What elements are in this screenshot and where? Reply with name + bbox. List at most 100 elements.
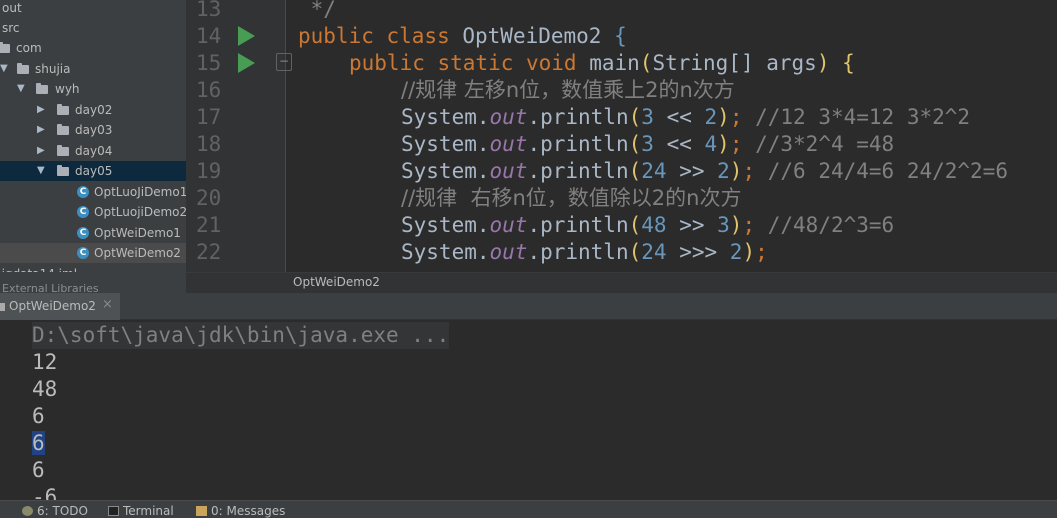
- paren: ): [816, 51, 830, 75]
- breadcrumb-class[interactable]: OptWeiDemo2: [293, 275, 380, 289]
- comment: //规律 左移n位，数值乘上2的n次方: [401, 78, 735, 102]
- code-line-16: //规律 左移n位，数值乘上2的n次方: [401, 77, 735, 104]
- tree-item-wyh[interactable]: ▼ wyh: [0, 79, 186, 99]
- number: 3: [717, 213, 730, 237]
- tree-item-day03[interactable]: ▶ day03: [0, 120, 186, 140]
- tree-item-optweidemo1[interactable]: C OptWeiDemo1: [0, 223, 186, 243]
- run-console[interactable]: D:\soft\java\jdk\bin\java.exe ... 12 48 …: [0, 320, 1057, 500]
- run-toolwindow-header: OptWeiDemo2 ×: [0, 293, 1057, 320]
- tree-item-shujia[interactable]: ▼ shujia: [0, 59, 186, 79]
- tree-item-label: com: [16, 41, 42, 55]
- tree-item-label: OptWeiDemo1: [94, 226, 181, 240]
- tree-item-day04[interactable]: ▶ day04: [0, 141, 186, 161]
- tree-item-src[interactable]: src: [0, 18, 186, 38]
- console-output-line: 12: [32, 350, 58, 374]
- paren: ): [729, 159, 743, 183]
- line-number: 16: [196, 78, 222, 102]
- messages-icon: [196, 506, 207, 516]
- code-token: .println: [527, 159, 629, 183]
- java-class-icon: C: [77, 206, 89, 218]
- semicolon: ;: [742, 213, 768, 237]
- tree-item-label: day03: [75, 123, 113, 137]
- semicolon: ;: [729, 105, 756, 129]
- tree-item-label: out: [2, 1, 22, 15]
- tree-item-label: src: [2, 21, 20, 35]
- run-tab[interactable]: OptWeiDemo2 ×: [0, 293, 120, 320]
- class-name: OptWeiDemo2: [462, 24, 615, 48]
- expanded-arrow-icon[interactable]: ▼: [17, 79, 25, 99]
- todo-label: 6: TODO: [37, 504, 88, 518]
- project-tree-panel: out src com ▼ shujia ▼ wyh ▶ day02 ▶ day…: [0, 0, 186, 293]
- code-editor[interactable]: */ public class OptWeiDemo2 { public sta…: [286, 0, 1057, 272]
- editor-breadcrumb[interactable]: OptWeiDemo2: [186, 272, 1057, 293]
- package-folder-icon: [36, 83, 48, 94]
- keyword: public class: [298, 24, 463, 48]
- operator: <<: [653, 105, 705, 129]
- tool-window-bar: 6: TODO Terminal 0: Messages: [0, 500, 1057, 518]
- java-class-icon: C: [77, 247, 89, 259]
- code-line-21: System.out.println(48 >> 3); //48/2^3=6: [401, 212, 894, 239]
- code-line-14: public class OptWeiDemo2 {: [298, 23, 627, 50]
- paren: (: [628, 240, 642, 264]
- line-number: 13: [196, 0, 222, 21]
- brace: {: [829, 51, 855, 75]
- line-number: 18: [196, 132, 222, 156]
- tree-item-label: shujia: [35, 62, 71, 76]
- tree-item-com[interactable]: com: [0, 38, 186, 58]
- run-main-icon[interactable]: [238, 53, 255, 73]
- terminal-label: Terminal: [123, 504, 174, 518]
- operator: >>: [666, 213, 718, 237]
- text-selection: 6: [32, 431, 45, 455]
- console-output-line: 6: [32, 404, 45, 428]
- tree-item-optluojidemo2[interactable]: C OptLuojiDemo2: [0, 202, 186, 222]
- tree-item-label: day05: [75, 164, 113, 178]
- collapsed-arrow-icon[interactable]: ▶: [37, 120, 45, 140]
- java-class-icon: C: [77, 227, 89, 239]
- keyword: public static void: [349, 51, 590, 75]
- code-token: System.: [401, 132, 490, 156]
- tree-item-day02[interactable]: ▶ day02: [0, 100, 186, 120]
- number: 48: [641, 213, 667, 237]
- number: 2: [704, 105, 718, 129]
- messages-button[interactable]: 0: Messages: [196, 504, 285, 518]
- expanded-arrow-icon[interactable]: ▼: [0, 59, 8, 79]
- brace: {: [614, 24, 627, 48]
- static-field: out: [489, 213, 528, 237]
- tree-item-optluojidemo1[interactable]: C OptLuoJiDemo1: [0, 182, 186, 202]
- package-folder-icon: [57, 124, 69, 135]
- paren: (: [628, 213, 642, 237]
- line-number: 15: [196, 51, 222, 75]
- tree-item-label: day02: [75, 103, 113, 117]
- expanded-arrow-icon[interactable]: ▼: [37, 161, 45, 181]
- todo-button[interactable]: 6: TODO: [22, 504, 88, 518]
- collapsed-arrow-icon[interactable]: ▶: [37, 100, 45, 120]
- code-token: System.: [401, 240, 490, 264]
- number: 2: [717, 159, 730, 183]
- comment: //规律 右移n位，数值除以2的n次方: [401, 186, 742, 210]
- tree-item-label: OptLuoJiDemo1: [94, 185, 186, 199]
- operator: >>: [666, 159, 718, 183]
- close-icon[interactable]: ×: [102, 297, 113, 312]
- line-number: 17: [196, 105, 222, 129]
- console-command-line: D:\soft\java\jdk\bin\java.exe ...: [32, 322, 450, 349]
- run-class-icon[interactable]: [238, 26, 255, 46]
- tree-item-out[interactable]: out: [0, 0, 186, 18]
- operator: >>>: [666, 240, 730, 264]
- tree-item-external-libraries[interactable]: External Libraries: [0, 272, 186, 293]
- tree-item-day05[interactable]: ▼ day05: [0, 161, 186, 181]
- tree-item-optweidemo2[interactable]: C OptWeiDemo2: [0, 243, 186, 263]
- paren: ): [729, 213, 743, 237]
- line-number: 14: [196, 24, 222, 48]
- tree-item-label: day04: [75, 144, 113, 158]
- number: 3: [641, 132, 654, 156]
- static-field: out: [489, 132, 528, 156]
- run-config-icon: [0, 303, 5, 311]
- code-token: .println: [527, 105, 629, 129]
- tree-item-label: OptLuojiDemo2: [94, 205, 186, 219]
- number: 24: [641, 159, 667, 183]
- code-line-20: //规律 右移n位，数值除以2的n次方: [401, 185, 741, 212]
- paren: (: [628, 132, 642, 156]
- code-line-15: public static void main(String[] args) {: [349, 50, 855, 77]
- collapsed-arrow-icon[interactable]: ▶: [37, 141, 45, 161]
- terminal-button[interactable]: Terminal: [108, 504, 174, 518]
